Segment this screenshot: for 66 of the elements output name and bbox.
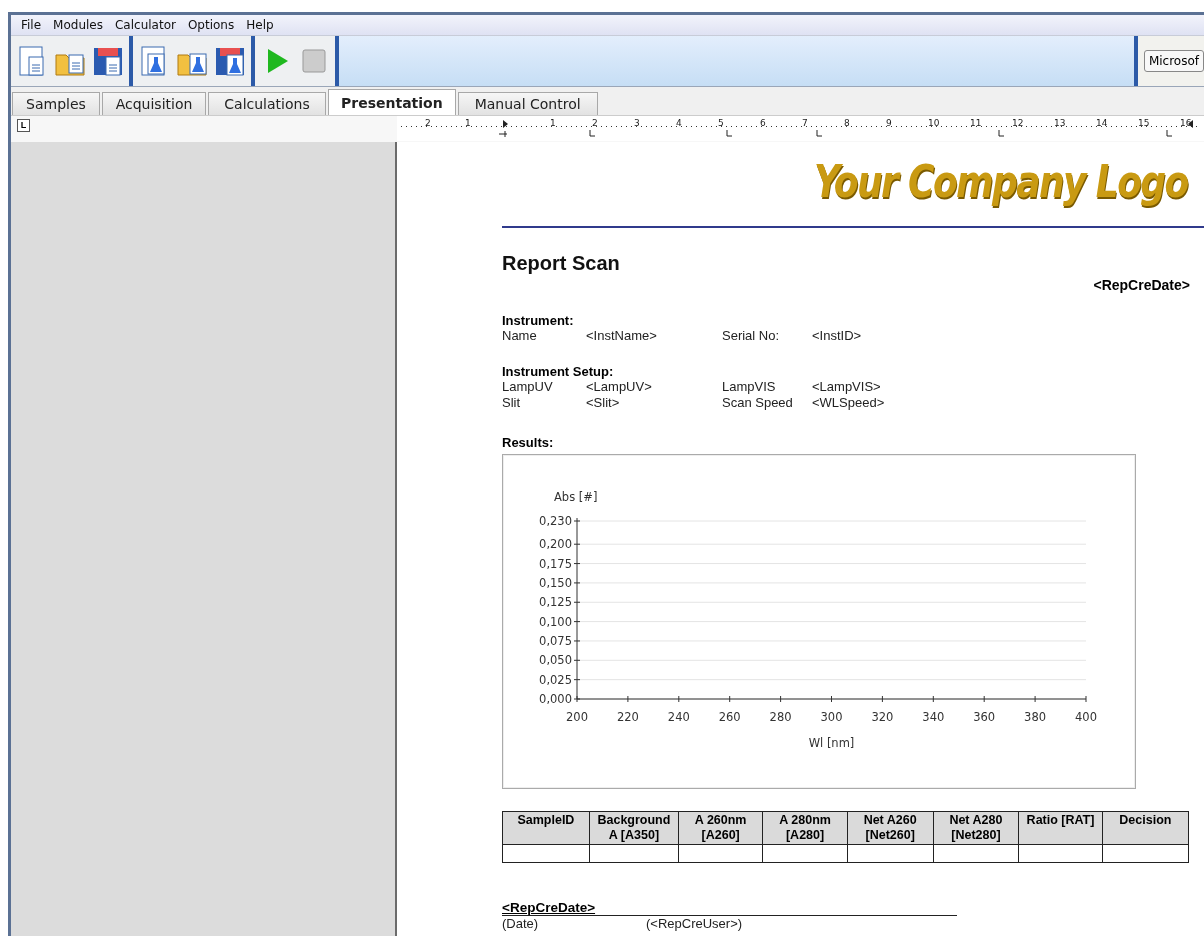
font-field[interactable]: Microsof — [1143, 50, 1204, 72]
column-header: Ratio [RAT] — [1018, 811, 1103, 845]
column-header: Decision — [1102, 811, 1189, 845]
column-header: A 260nm [A260] — [678, 811, 763, 845]
tab[interactable]: Samples — [12, 92, 100, 115]
tab-stop-button[interactable]: L — [17, 119, 30, 132]
section-heading: Results: — [502, 435, 555, 450]
field-label: Slit — [502, 395, 522, 411]
column-header: SampleID — [502, 811, 590, 845]
menu-item[interactable]: Help — [242, 18, 278, 32]
field-value: <LampUV> — [586, 379, 653, 395]
section-heading: Instrument Setup: — [502, 364, 615, 379]
x-tick-label: 240 — [667, 710, 690, 724]
x-tick-label: 360 — [973, 710, 996, 724]
column-header: Background A [A350] — [589, 811, 679, 845]
company-logo: Your Company Logo — [814, 155, 1188, 209]
field-label: Scan Speed — [722, 395, 794, 411]
y-tick-label: 0,150 — [539, 575, 572, 590]
x-tick-label: 400 — [1075, 710, 1097, 724]
floppy-document-icon — [92, 45, 124, 77]
field-value: <LampVIS> — [812, 379, 882, 395]
tab[interactable]: Acquisition — [102, 92, 206, 115]
y-tick-label: 0,075 — [539, 633, 572, 648]
y-tick-label: 0,175 — [539, 556, 572, 571]
field-value: <Slit> — [586, 395, 621, 411]
section-heading: Instrument: — [502, 313, 575, 328]
field-label: Serial No: — [722, 328, 781, 344]
tab[interactable]: Calculations — [208, 92, 326, 115]
user-caption: (<RepCreUser>) — [646, 916, 743, 931]
x-tick-label: 380 — [1024, 710, 1047, 724]
report-date: <RepCreDate> — [1093, 277, 1190, 293]
column-header: Net A280 [Net280] — [933, 811, 1019, 845]
field-value: <WLSpeed> — [812, 395, 886, 411]
x-tick-label: 300 — [820, 710, 843, 724]
report-title: Report Scan — [502, 252, 621, 275]
y-tick-label: 0,200 — [539, 537, 572, 552]
x-tick-label: 340 — [922, 710, 945, 724]
tab[interactable]: Presentation — [328, 89, 456, 115]
field-value: <InstID> — [812, 328, 863, 344]
column-header: Net A260 [Net260] — [847, 811, 934, 845]
x-tick-label: 220 — [616, 710, 639, 724]
x-tick-label: 260 — [718, 710, 741, 724]
field-value: <InstName> — [586, 328, 658, 344]
field-label: Name — [502, 328, 538, 344]
y-axis-title: Abs [#] — [554, 490, 598, 504]
y-tick-label: 0,000 — [539, 692, 572, 706]
x-tick-label: 200 — [566, 710, 588, 724]
x-tick-label: 320 — [871, 710, 894, 724]
y-tick-label: 0,230 — [539, 514, 572, 528]
y-tick-label: 0,025 — [539, 672, 572, 687]
y-tick-label: 0,100 — [539, 614, 572, 629]
menu-item[interactable]: File — [17, 18, 46, 32]
date-caption: (Date) — [502, 916, 540, 931]
x-tick-label: 280 — [769, 710, 792, 724]
column-header: A 280nm [A280] — [762, 811, 848, 845]
x-axis-title: Wl [nm] — [808, 736, 855, 750]
floppy-flask-icon — [214, 45, 246, 77]
tab[interactable]: Manual Control — [457, 92, 598, 115]
menu-item[interactable]: Options — [183, 18, 239, 32]
y-tick-label: 0,050 — [539, 653, 572, 668]
field-label: LampUV — [502, 379, 554, 395]
signature-date: <RepCreDate> — [502, 901, 957, 916]
field-label: LampVIS — [722, 379, 777, 395]
y-tick-label: 0,125 — [539, 595, 572, 610]
menu-item[interactable]: Modules — [49, 18, 107, 32]
menu-item[interactable]: Calculator — [111, 18, 180, 32]
